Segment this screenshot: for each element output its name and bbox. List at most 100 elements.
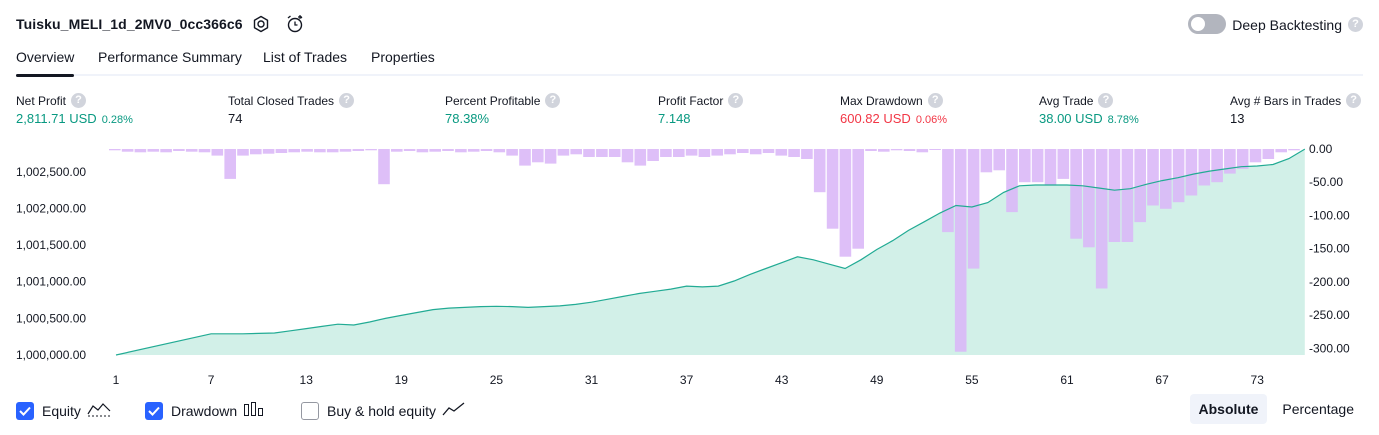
- drawdown-bar: [1249, 149, 1262, 163]
- drawdown-bar: [852, 149, 864, 249]
- equity-chart: 1,002,500.00 1,002,000.00 1,001,500.00 1,00…: [0, 140, 1379, 390]
- equity-area-icon: [87, 401, 111, 422]
- x-axis-tick: 43: [775, 373, 789, 387]
- settings-icon[interactable]: [250, 13, 272, 35]
- deep-backtesting-control: Deep Backtesting ?: [1163, 12, 1363, 36]
- drawdown-bar: [1262, 149, 1275, 159]
- info-icon[interactable]: ?: [339, 93, 355, 108]
- drawdown-bar: [1147, 149, 1159, 206]
- tab-overview[interactable]: Overview: [16, 49, 75, 77]
- drawdown-bar: [954, 149, 967, 352]
- drawdown-bar: [660, 149, 672, 157]
- drawdown-bar: [275, 149, 288, 153]
- left-axis-tick: 1,000,000.00: [16, 348, 86, 362]
- metric-percent: 0.28%: [101, 114, 133, 126]
- metric-avg-trade: Avg Trade? 38.00 USD 8.78%: [1039, 93, 1139, 126]
- equity-chart-svg: 1,002,500.00 1,002,000.00 1,001,500.00 1,00…: [16, 142, 1350, 387]
- drawdown-bar: [416, 149, 429, 153]
- drawdown-bar: [1121, 149, 1134, 242]
- view-mode-toggle: Absolute Percentage: [1189, 394, 1364, 424]
- x-axis-tick: 31: [585, 373, 599, 387]
- drawdown-bar: [1095, 149, 1108, 289]
- metric-value: 2,811.71 USD: [16, 111, 97, 126]
- drawdown-bar: [596, 149, 608, 157]
- metric-label: Max Drawdown: [840, 93, 923, 108]
- drawdown-bar: [1070, 149, 1082, 239]
- info-icon[interactable]: ?: [545, 93, 561, 108]
- tab-properties[interactable]: Properties: [371, 49, 435, 76]
- drawdown-bar: [839, 149, 852, 257]
- deep-backtesting-toggle[interactable]: [1188, 14, 1226, 34]
- metric-value: 13: [1230, 111, 1245, 126]
- drawdown-bar: [929, 149, 941, 150]
- right-axis-tick: 0.00: [1309, 142, 1333, 156]
- x-axis-tick: 7: [208, 373, 215, 387]
- drawdown-bar: [878, 149, 890, 152]
- drawdown-bar: [621, 149, 634, 163]
- percentage-button[interactable]: Percentage: [1273, 394, 1363, 424]
- drawdown-bar: [442, 149, 454, 151]
- drawdown-bar: [698, 149, 711, 157]
- x-axis-tick: 49: [870, 373, 884, 387]
- drawdown-bar: [737, 149, 749, 153]
- tab-list-of-trades[interactable]: List of Trades: [263, 49, 347, 76]
- tab-performance-summary[interactable]: Performance Summary: [98, 49, 242, 76]
- equity-checkbox[interactable]: [16, 402, 34, 420]
- drawdown-bar: [749, 149, 762, 155]
- metric-value: 74: [228, 111, 243, 126]
- info-icon[interactable]: ?: [71, 93, 87, 108]
- drawdown-bar: [1172, 149, 1185, 203]
- drawdown-bar: [493, 149, 506, 153]
- legend-buy-hold-equity[interactable]: Buy & hold equity: [301, 400, 466, 422]
- legend-drawdown[interactable]: Drawdown: [145, 400, 265, 422]
- drawdown-bar: [532, 149, 544, 163]
- drawdown-checkbox[interactable]: [145, 402, 163, 420]
- drawdown-bar: [903, 149, 916, 151]
- left-axis-tick: 1,000,500.00: [16, 311, 86, 325]
- info-icon[interactable]: ?: [728, 93, 744, 108]
- drawdown-bar: [1019, 149, 1031, 183]
- drawdown-bar: [185, 149, 198, 152]
- help-icon[interactable]: ?: [1348, 17, 1363, 32]
- drawdown-bar: [326, 149, 339, 153]
- drawdown-bar: [775, 149, 788, 156]
- buy-hold-checkbox[interactable]: [301, 402, 319, 420]
- drawdown-bar: [890, 149, 903, 151]
- drawdown-bar: [1211, 149, 1223, 183]
- left-axis-tick: 1,002,500.00: [16, 165, 86, 179]
- drawdown-bar: [583, 149, 595, 157]
- x-axis-tick: 25: [490, 373, 504, 387]
- strategy-title: Tuisku_MELI_1d_2MV0_0cc366c6: [16, 16, 243, 32]
- legend-equity[interactable]: Equity: [16, 400, 111, 422]
- drawdown-bar: [237, 149, 249, 156]
- left-axis-tick: 1,001,000.00: [16, 275, 86, 289]
- drawdown-bar: [1185, 149, 1198, 196]
- drawdown-bar: [198, 149, 211, 153]
- metric-label: Net Profit: [16, 93, 67, 108]
- drawdown-bar: [160, 149, 172, 153]
- drawdown-bar: [634, 149, 647, 166]
- info-icon[interactable]: ?: [927, 93, 943, 108]
- strategy-header: Tuisku_MELI_1d_2MV0_0cc366c6 Deep Backte…: [16, 12, 1363, 36]
- deep-backtesting-label: Deep Backtesting: [1232, 17, 1342, 33]
- drawdown-bar: [570, 149, 582, 155]
- drawdown-bar: [506, 149, 518, 156]
- drawdown-bar: [1275, 149, 1287, 153]
- drawdown-bar: [1031, 149, 1044, 183]
- info-icon[interactable]: ?: [1346, 93, 1362, 108]
- drawdown-bar: [339, 149, 352, 152]
- metrics-row: Net Profit? 2,811.71 USD 0.28% Total Clos…: [16, 93, 1363, 133]
- metric-value: 600.82 USD: [840, 111, 911, 126]
- drawdown-bar: [262, 149, 275, 154]
- absolute-button[interactable]: Absolute: [1189, 394, 1268, 424]
- x-axis-tick: 55: [965, 373, 979, 387]
- metric-label: Total Closed Trades: [228, 93, 335, 108]
- info-icon[interactable]: ?: [1098, 93, 1114, 108]
- drawdown-bar: [942, 149, 954, 233]
- equity-label: Equity: [42, 403, 81, 419]
- drawdown-bar: [109, 149, 121, 151]
- drawdown-bar: [724, 149, 736, 155]
- drawdown-bars-icon: [243, 401, 265, 422]
- drawdown-bar: [993, 149, 1005, 171]
- add-alert-icon[interactable]: [284, 13, 306, 35]
